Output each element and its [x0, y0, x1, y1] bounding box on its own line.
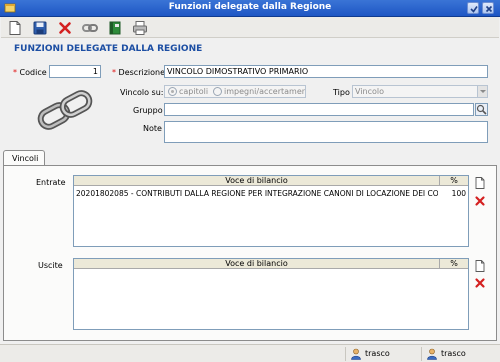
status-user-1-text: trasco	[365, 349, 390, 358]
codice-label-text: Codice	[19, 68, 47, 77]
gruppo-label: Gruppo	[133, 106, 163, 115]
collapse-button[interactable]	[467, 2, 479, 14]
codice-field[interactable]: 1	[49, 65, 101, 78]
required-mark: *	[112, 68, 116, 77]
uscite-table-header: Voce di bilancio %	[74, 259, 468, 269]
note-field[interactable]	[164, 121, 488, 143]
close-icon	[485, 5, 493, 13]
radio-capitoli[interactable]	[168, 87, 177, 96]
chain-link-icon	[37, 90, 93, 130]
codice-label: * Codice	[13, 68, 47, 77]
column-header-voce[interactable]: Voce di bilancio	[74, 259, 440, 269]
title-bar: Funzioni delegate dalla Regione	[0, 0, 500, 17]
user-icon	[427, 348, 437, 360]
status-user-1: trasco	[345, 347, 421, 361]
descrizione-label-text: Descrizione	[118, 68, 166, 77]
entrate-table[interactable]: Voce di bilancio % 20201802085 - CONTRIB…	[73, 175, 469, 247]
add-row-icon[interactable]	[474, 260, 486, 272]
radio-impegni[interactable]	[213, 87, 222, 96]
status-user-2: trasco	[421, 347, 500, 361]
tipo-select[interactable]: Vincolo	[352, 85, 488, 98]
user-icon	[351, 348, 361, 360]
tipo-label: Tipo	[333, 88, 350, 97]
required-mark: *	[13, 68, 17, 77]
chevron-down-icon[interactable]	[477, 86, 487, 97]
close-button[interactable]	[482, 2, 494, 14]
radio-impegni-label: impegni/accertamenti	[224, 87, 306, 96]
status-bar: trasco trasco	[0, 344, 500, 362]
status-user-2-text: trasco	[441, 349, 466, 358]
gruppo-search-button[interactable]	[475, 103, 488, 116]
delete-icon[interactable]	[57, 20, 73, 36]
table-row[interactable]: 20201802085 - CONTRIBUTI DALLA REGIONE P…	[74, 188, 468, 199]
tipo-value: Vincolo	[355, 87, 384, 96]
book-icon[interactable]	[107, 20, 123, 36]
column-header-perc[interactable]: %	[440, 176, 468, 186]
column-header-perc[interactable]: %	[440, 259, 468, 269]
page-title: FUNZIONI DELEGATE DALLA REGIONE	[14, 44, 203, 54]
delete-row-icon[interactable]	[474, 277, 486, 289]
uscite-label: Uscite	[38, 261, 63, 270]
check-icon	[470, 6, 478, 13]
vincolo-su-group: capitoli impegni/accertamenti	[164, 85, 306, 98]
uscite-table[interactable]: Voce di bilancio %	[73, 258, 469, 330]
new-document-icon[interactable]	[7, 20, 23, 36]
tab-vincoli[interactable]: Vincoli	[3, 150, 45, 166]
gruppo-field[interactable]	[164, 103, 474, 116]
add-row-icon[interactable]	[474, 177, 486, 189]
radio-capitoli-label: capitoli	[179, 87, 209, 96]
descrizione-label: * Descrizione	[112, 68, 165, 77]
print-icon[interactable]	[132, 20, 148, 36]
toolbar	[1, 17, 499, 38]
search-icon	[476, 104, 487, 115]
vincolo-su-label: Vincolo su:	[120, 88, 164, 97]
entrate-table-header: Voce di bilancio %	[74, 176, 468, 186]
app-window: Funzioni delegate dalla Regione FUNZIONI…	[0, 0, 500, 362]
note-label: Note	[143, 124, 162, 133]
delete-row-icon[interactable]	[474, 195, 486, 207]
row-perc: 100	[451, 189, 466, 198]
entrate-label: Entrate	[36, 178, 66, 187]
window-title: Funzioni delegate dalla Regione	[168, 2, 332, 12]
column-header-voce[interactable]: Voce di bilancio	[74, 176, 440, 186]
link-icon[interactable]	[82, 20, 98, 36]
row-voce: 20201802085 - CONTRIBUTI DALLA REGIONE P…	[76, 189, 438, 198]
descrizione-field[interactable]: VINCOLO DIMOSTRATIVO PRIMARIO	[164, 65, 488, 78]
tab-vincoli-label: Vincoli	[12, 154, 39, 163]
save-icon[interactable]	[32, 20, 48, 36]
